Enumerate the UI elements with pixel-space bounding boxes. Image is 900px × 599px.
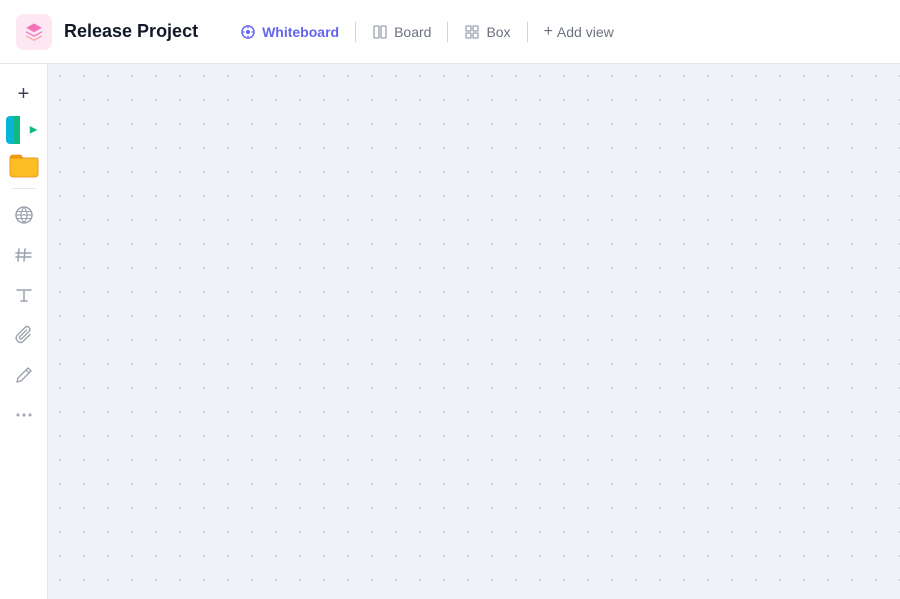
sidebar-attach-button[interactable] — [6, 317, 42, 353]
add-view-plus-icon: + — [544, 23, 553, 41]
board-icon — [372, 24, 388, 40]
sidebar-text-button[interactable] — [6, 277, 42, 313]
add-view-button[interactable]: + Add view — [530, 17, 628, 47]
whiteboard-canvas[interactable] — [48, 64, 900, 599]
video-bar-green — [14, 116, 20, 144]
tab-divider-2 — [447, 22, 448, 42]
play-icon: ▶ — [30, 125, 38, 136]
attach-icon — [14, 325, 34, 345]
tab-divider-1 — [355, 22, 356, 42]
project-title: Release Project — [64, 21, 198, 42]
globe-icon — [14, 205, 34, 225]
tab-divider-3 — [527, 22, 528, 42]
tab-board[interactable]: Board — [358, 18, 445, 46]
tab-whiteboard-label: Whiteboard — [262, 24, 339, 40]
sidebar-globe-button[interactable] — [6, 197, 42, 233]
header: Release Project Whiteboard Board — [0, 0, 900, 64]
tab-whiteboard[interactable]: Whiteboard — [226, 18, 353, 46]
sidebar-more-button[interactable] — [6, 397, 42, 433]
add-icon: + — [18, 83, 30, 106]
whiteboard-icon — [240, 24, 256, 40]
sidebar-draw-button[interactable] — [6, 357, 42, 393]
box-icon — [464, 24, 480, 40]
draw-icon — [14, 365, 34, 385]
tab-box[interactable]: Box — [450, 18, 524, 46]
tab-board-label: Board — [394, 24, 431, 40]
nav-tabs: Whiteboard Board — [226, 17, 628, 47]
video-bar-blue — [6, 116, 14, 144]
sidebar-folder-item[interactable] — [6, 148, 42, 180]
more-icon — [14, 405, 34, 425]
sidebar-hash-button[interactable] — [6, 237, 42, 273]
sidebar-add-button[interactable]: + — [6, 76, 42, 112]
project-icon — [16, 14, 52, 50]
sidebar: + ▶ — [0, 64, 48, 599]
add-view-label: Add view — [557, 24, 614, 40]
folder-icon — [8, 150, 40, 178]
hash-icon — [14, 245, 34, 265]
sidebar-media-item[interactable]: ▶ — [6, 116, 42, 144]
main-content: + ▶ — [0, 64, 900, 599]
text-icon — [14, 285, 34, 305]
tab-box-label: Box — [486, 24, 510, 40]
sidebar-divider-1 — [12, 188, 36, 189]
